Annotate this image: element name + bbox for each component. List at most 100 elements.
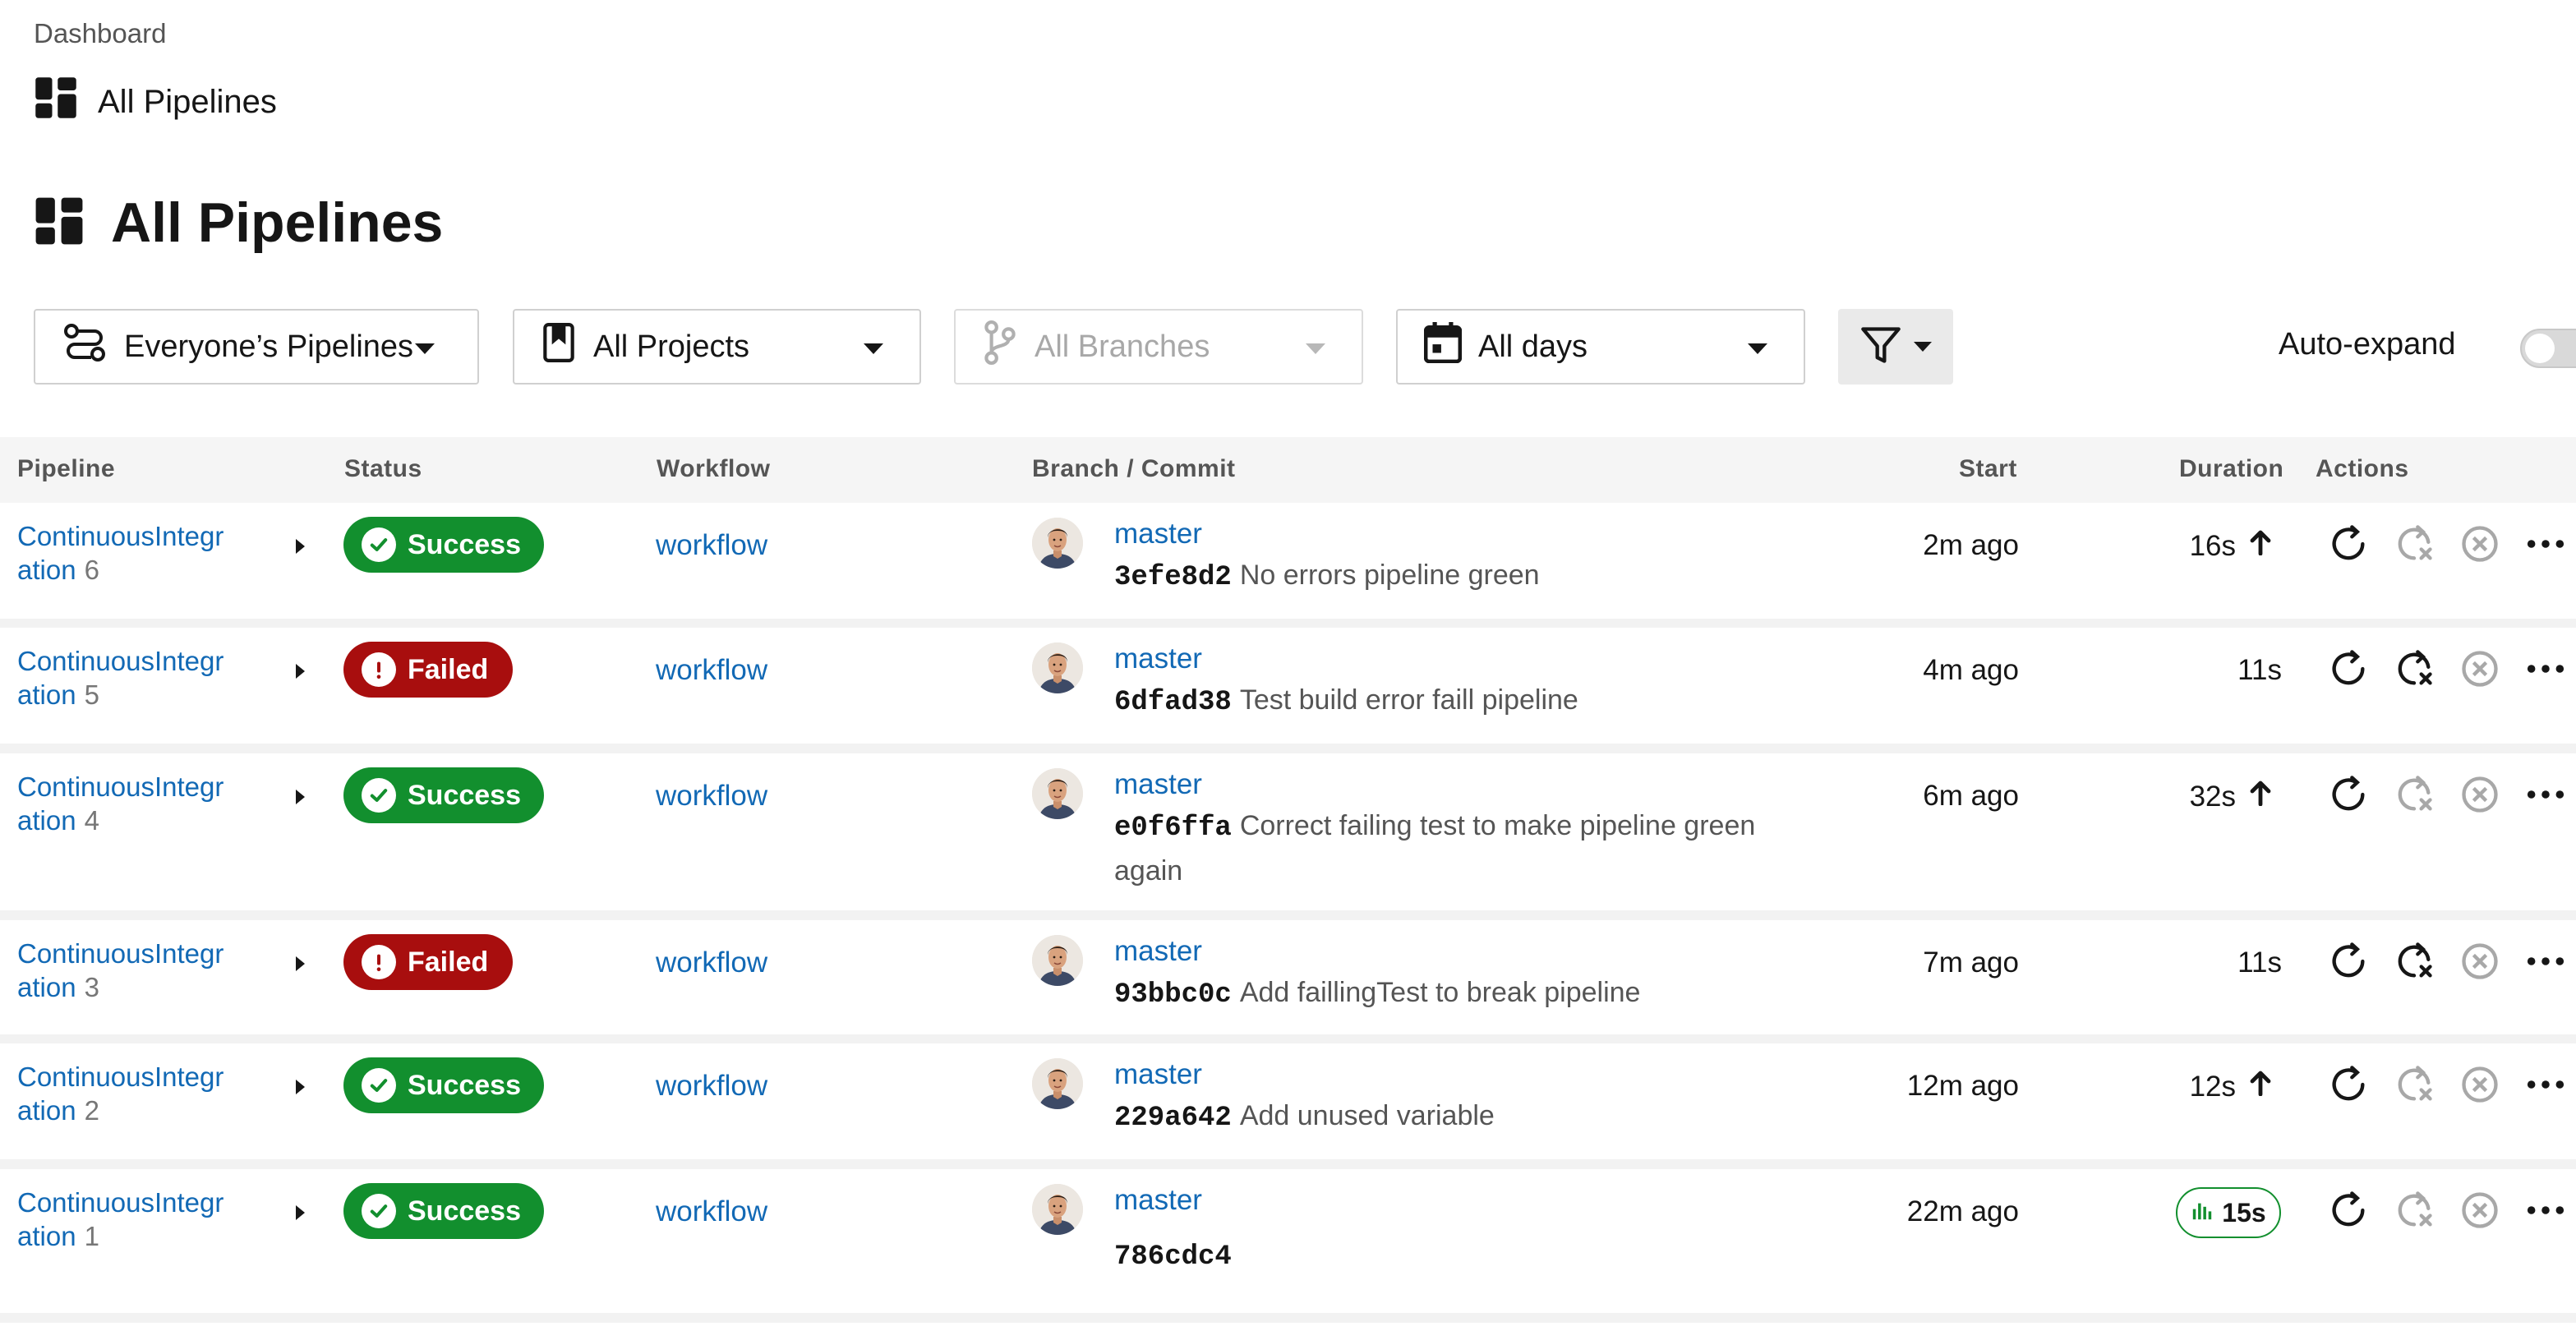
avatar: [1032, 1058, 1083, 1109]
pipeline-name: ContinuousIntegr: [17, 646, 224, 676]
status-badge[interactable]: Success: [343, 1183, 544, 1239]
commit-hash[interactable]: 6dfad38: [1114, 687, 1232, 718]
status-badge[interactable]: Failed: [343, 642, 513, 698]
avatar: [1032, 768, 1083, 819]
rerun-button[interactable]: [2325, 646, 2371, 692]
pipeline-name-link[interactable]: ContinuousIntegr ation 4: [17, 770, 264, 837]
commit-hash[interactable]: 229a642: [1114, 1103, 1232, 1134]
cancel-button[interactable]: [2457, 646, 2503, 692]
rerun-failed-button[interactable]: [2391, 771, 2437, 817]
expand-row-icon[interactable]: [296, 956, 305, 971]
branches-dropdown[interactable]: All Branches: [954, 309, 1363, 385]
row-divider: [0, 1159, 2576, 1169]
cancel-button[interactable]: [2457, 1062, 2503, 1108]
commit-hash[interactable]: e0f6ffa: [1114, 813, 1232, 844]
table-row[interactable]: ContinuousIntegr ation 1 Success workflow mas…: [0, 1169, 2576, 1313]
commit-hash[interactable]: 93bbc0c: [1114, 979, 1232, 1011]
duration-value: 12s: [2189, 1070, 2236, 1103]
expand-row-icon[interactable]: [296, 539, 305, 554]
workflow-link[interactable]: workflow: [656, 946, 767, 979]
table-row[interactable]: ContinuousIntegr ation 3 Failed workflow mast…: [0, 920, 2576, 1034]
more-actions-button[interactable]: [2523, 771, 2569, 817]
duration: 11s: [2237, 654, 2282, 687]
workflow-link[interactable]: workflow: [656, 654, 767, 687]
chevron-down-icon: [1748, 343, 1767, 354]
commit-info: 93bbc0c Add faillingTest to break pipelin…: [1114, 971, 1788, 1016]
days-dropdown-label: All days: [1478, 329, 1588, 364]
pipeline-name-link[interactable]: ContinuousIntegr ation 1: [17, 1186, 264, 1253]
table-row[interactable]: ContinuousIntegr ation 4 Success workflow mas…: [0, 753, 2576, 910]
workflow-link[interactable]: workflow: [656, 1070, 767, 1103]
workflow-link[interactable]: workflow: [656, 1195, 767, 1228]
start-time: 7m ago: [1923, 946, 2019, 979]
rerun-failed-button[interactable]: [2391, 938, 2437, 984]
column-header-pipeline: Pipeline: [17, 455, 116, 482]
status-badge[interactable]: Success: [343, 1057, 544, 1113]
status-label: Success: [408, 779, 521, 811]
rerun-button[interactable]: [2325, 521, 2371, 567]
branch-link[interactable]: master: [1114, 1058, 1202, 1091]
pipeline-name-link[interactable]: ContinuousIntegr ation 2: [17, 1060, 264, 1127]
branch-link[interactable]: master: [1114, 935, 1202, 968]
rerun-button[interactable]: [2325, 771, 2371, 817]
commit-hash[interactable]: 786cdc4: [1114, 1241, 1232, 1273]
duration-insights-badge[interactable]: 15s: [2176, 1187, 2281, 1238]
arrow-up-icon: [2249, 780, 2272, 813]
branch-link[interactable]: master: [1114, 518, 1202, 550]
cancel-button[interactable]: [2457, 938, 2503, 984]
breadcrumb-dashboard[interactable]: Dashboard: [34, 18, 166, 49]
cancel-button[interactable]: [2457, 1187, 2503, 1233]
rerun-failed-button[interactable]: [2391, 521, 2437, 567]
cancel-button[interactable]: [2457, 771, 2503, 817]
expand-row-icon[interactable]: [296, 1080, 305, 1094]
column-header-branch-commit: Branch / Commit: [1032, 455, 1236, 482]
alert-icon: [362, 652, 396, 687]
pipeline-name-link[interactable]: ContinuousIntegr ation 3: [17, 937, 264, 1004]
rerun-failed-button[interactable]: [2391, 646, 2437, 692]
commit-info: 229a642 Add unused variable: [1114, 1094, 1788, 1140]
table-row[interactable]: ContinuousIntegr ation 6 Success workflow mas…: [0, 503, 2576, 619]
rerun-button[interactable]: [2325, 1062, 2371, 1108]
filter-button[interactable]: [1838, 309, 1953, 385]
rerun-button[interactable]: [2325, 938, 2371, 984]
rerun-failed-button[interactable]: [2391, 1187, 2437, 1233]
duration: 16s: [2190, 529, 2272, 563]
commit-hash[interactable]: 3efe8d2: [1114, 562, 1232, 593]
breadcrumb-current: All Pipelines: [34, 76, 277, 128]
auto-expand-toggle[interactable]: [2520, 329, 2576, 368]
more-actions-button[interactable]: [2523, 646, 2569, 692]
branch-link[interactable]: master: [1114, 642, 1202, 675]
chevron-down-icon: [1306, 343, 1325, 354]
toggle-knob: [2525, 334, 2555, 363]
rerun-button[interactable]: [2325, 1187, 2371, 1233]
expand-row-icon[interactable]: [296, 790, 305, 804]
branch-link[interactable]: master: [1114, 1184, 1202, 1217]
branch-link[interactable]: master: [1114, 768, 1202, 801]
rerun-failed-button[interactable]: [2391, 1062, 2437, 1108]
row-divider: [0, 744, 2576, 753]
status-badge[interactable]: Failed: [343, 934, 513, 990]
pipeline-name-link[interactable]: ContinuousIntegr ation 6: [17, 519, 264, 587]
expand-row-icon[interactable]: [296, 664, 305, 679]
row-divider: [0, 1313, 2576, 1323]
cancel-button[interactable]: [2457, 521, 2503, 567]
duration: 11s: [2237, 946, 2282, 979]
workflow-link[interactable]: workflow: [656, 529, 767, 562]
status-badge[interactable]: Success: [343, 767, 544, 823]
days-dropdown[interactable]: All days: [1396, 309, 1805, 385]
pipeline-name-link[interactable]: ContinuousIntegr ation 5: [17, 644, 264, 712]
more-actions-button[interactable]: [2523, 1187, 2569, 1233]
row-divider: [0, 910, 2576, 920]
more-actions-button[interactable]: [2523, 938, 2569, 984]
status-badge[interactable]: Success: [343, 517, 544, 573]
more-actions-button[interactable]: [2523, 521, 2569, 567]
table-row[interactable]: ContinuousIntegr ation 5 Failed workflow mast…: [0, 628, 2576, 744]
status-label: Success: [408, 1195, 521, 1227]
workflow-link[interactable]: workflow: [656, 780, 767, 813]
pipelines-dropdown[interactable]: Everyone’s Pipelines: [34, 309, 479, 385]
more-actions-button[interactable]: [2523, 1062, 2569, 1108]
projects-dropdown[interactable]: All Projects: [513, 309, 921, 385]
table-row[interactable]: ContinuousIntegr ation 2 Success workflow mas…: [0, 1043, 2576, 1159]
pipeline-number: 3: [84, 972, 99, 1002]
expand-row-icon[interactable]: [296, 1205, 305, 1220]
